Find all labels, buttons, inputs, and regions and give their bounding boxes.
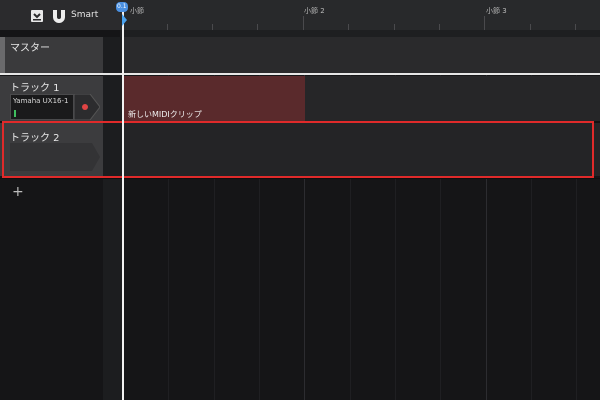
playhead-position: 0.1 xyxy=(117,3,127,10)
level-meter xyxy=(14,110,16,117)
record-arm-icon xyxy=(73,93,101,121)
bar-label-1: 小節 xyxy=(130,7,144,15)
add-track-button[interactable]: + xyxy=(12,184,24,200)
record-arm-button[interactable] xyxy=(73,93,101,121)
master-track-name: マスター xyxy=(10,43,50,54)
download-icon[interactable] xyxy=(30,9,44,23)
bar-label-3: 小節 3 xyxy=(486,7,507,15)
timeline-ruler[interactable]: 小節 小節 2 小節 3 xyxy=(120,0,600,31)
header-divider xyxy=(103,37,122,400)
master-track-lane[interactable] xyxy=(122,37,600,73)
track-separator xyxy=(0,178,600,179)
ruler-tick xyxy=(303,16,304,30)
master-track-accent xyxy=(0,37,5,73)
midi-clip-label: 新しいMIDIクリップ xyxy=(128,110,202,119)
master-separator xyxy=(0,73,600,75)
selected-track-highlight xyxy=(2,121,594,178)
midi-device-name: Yamaha UX16-1 xyxy=(13,97,69,105)
bar-label-2: 小節 2 xyxy=(304,7,325,15)
ruler-tick xyxy=(484,16,485,30)
playhead-line[interactable] xyxy=(122,8,124,400)
magnet-snap-icon[interactable] xyxy=(51,8,67,24)
snap-mode-label[interactable]: Smart xyxy=(71,10,98,20)
track-1-name: トラック 1 xyxy=(10,83,60,94)
